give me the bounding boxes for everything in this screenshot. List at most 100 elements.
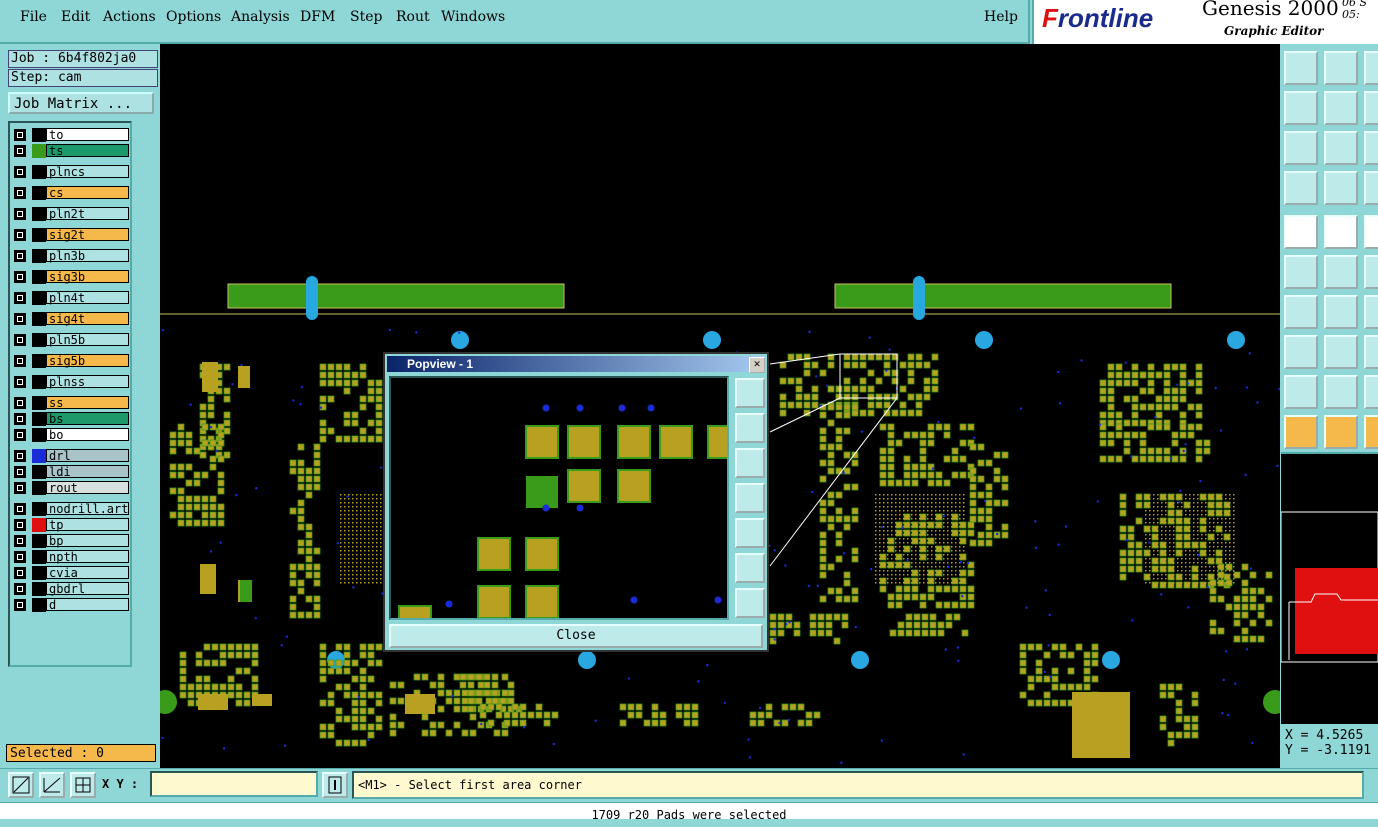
- grid-toggle-icon[interactable]: [1324, 171, 1358, 205]
- zoom-in-icon[interactable]: [735, 553, 765, 583]
- point-icon[interactable]: [1284, 335, 1318, 369]
- angle-icon[interactable]: [1284, 295, 1318, 329]
- cut-icon[interactable]: [1364, 375, 1378, 409]
- polygon-icon[interactable]: [1324, 375, 1358, 409]
- snap-pad-icon[interactable]: [1284, 215, 1318, 249]
- layer-row-cs[interactable]: cs: [14, 186, 132, 200]
- layer-name[interactable]: cvia: [46, 566, 129, 580]
- layer-row-bs[interactable]: bs: [14, 412, 132, 426]
- layer-checkbox[interactable]: [14, 413, 26, 425]
- menu-windows[interactable]: Windows: [441, 9, 505, 25]
- menu-analysis[interactable]: Analysis: [231, 9, 290, 25]
- layer-checkbox[interactable]: [14, 397, 26, 409]
- layer-row-sig2t[interactable]: sig2t: [14, 228, 132, 242]
- layer-checkbox[interactable]: [14, 599, 26, 611]
- layer-name[interactable]: sig2t: [46, 228, 129, 242]
- layer-checkbox[interactable]: [14, 429, 26, 441]
- layer-row-pln5b[interactable]: pln5b: [14, 333, 132, 347]
- layer-row-ss[interactable]: ss: [14, 396, 132, 410]
- layer-checkbox[interactable]: [14, 129, 26, 141]
- pan-down-icon[interactable]: [735, 448, 765, 478]
- layer-row-d[interactable]: d: [14, 598, 132, 612]
- layer-row-plnss[interactable]: plnss: [14, 375, 132, 389]
- layer-checkbox[interactable]: [14, 229, 26, 241]
- layer-checkbox[interactable]: [14, 334, 26, 346]
- center-icon[interactable]: [1324, 131, 1358, 165]
- zoom-out-icon[interactable]: [735, 588, 765, 618]
- arrow-icon[interactable]: [1364, 295, 1378, 329]
- layer-checkbox[interactable]: [14, 250, 26, 262]
- menu-rout[interactable]: Rout: [396, 9, 430, 25]
- layer-checkbox[interactable]: [14, 482, 26, 494]
- layer-checkbox[interactable]: [14, 145, 26, 157]
- layer-row-bp[interactable]: bp: [14, 534, 132, 548]
- menu-edit[interactable]: Edit: [61, 9, 90, 25]
- snap-icon[interactable]: [8, 772, 34, 798]
- layer-checkbox[interactable]: [14, 166, 26, 178]
- layer-row-rout[interactable]: rout: [14, 481, 132, 495]
- select-icon[interactable]: [1324, 415, 1358, 449]
- undo-icon[interactable]: [1364, 91, 1378, 125]
- layer-row-drl[interactable]: drl: [14, 449, 132, 463]
- grid-icon[interactable]: [70, 772, 96, 798]
- layer-name[interactable]: bo: [46, 428, 129, 442]
- layer-name[interactable]: d: [46, 598, 129, 612]
- layer-checkbox[interactable]: [14, 313, 26, 325]
- layer-name[interactable]: to: [46, 128, 129, 142]
- menu-dfm[interactable]: DFM: [300, 9, 335, 25]
- layer-name[interactable]: pln2t: [46, 207, 129, 221]
- layer-name[interactable]: ss: [46, 396, 129, 410]
- menu-help[interactable]: Help: [984, 9, 1018, 25]
- line-icon[interactable]: [1324, 295, 1358, 329]
- layer-row-gbdrl[interactable]: gbdrl: [14, 582, 132, 596]
- redo-icon[interactable]: [1364, 131, 1378, 165]
- pan-right-icon[interactable]: [735, 518, 765, 548]
- layer-row-pln4t[interactable]: pln4t: [14, 291, 132, 305]
- layer-name[interactable]: gbdrl: [46, 582, 129, 596]
- layer-row-plncs[interactable]: plncs: [14, 165, 132, 179]
- layer-row-to[interactable]: to: [14, 128, 132, 142]
- popview-close-icon[interactable]: ✕: [749, 357, 765, 373]
- layer-row-sig5b[interactable]: sig5b: [14, 354, 132, 368]
- layer-checkbox[interactable]: [14, 450, 26, 462]
- layer-name[interactable]: drl: [46, 449, 129, 463]
- popview-close-button[interactable]: Close: [389, 624, 763, 648]
- layer-checkbox[interactable]: [14, 535, 26, 547]
- layer-row-npth[interactable]: npth: [14, 550, 132, 564]
- menu-actions[interactable]: Actions: [103, 9, 156, 25]
- layer-name[interactable]: rout: [46, 481, 129, 495]
- layer-name[interactable]: nodrill.art: [46, 502, 129, 516]
- layer-row-cvia[interactable]: cvia: [14, 566, 132, 580]
- pointer-icon[interactable]: [1284, 415, 1318, 449]
- menu-file[interactable]: File: [20, 9, 47, 25]
- layer-name[interactable]: bp: [46, 534, 129, 548]
- draw-line-icon[interactable]: [1324, 215, 1358, 249]
- layer-checkbox[interactable]: [14, 355, 26, 367]
- layer-checkbox[interactable]: [14, 466, 26, 478]
- measure-icon[interactable]: [39, 772, 65, 798]
- layer-name[interactable]: pln4t: [46, 291, 129, 305]
- menu-step[interactable]: Step: [350, 9, 382, 25]
- layer-checkbox[interactable]: [14, 583, 26, 595]
- layer-checkbox[interactable]: [14, 551, 26, 563]
- cross-icon[interactable]: [1324, 255, 1358, 289]
- layer-name[interactable]: sig5b: [46, 354, 129, 368]
- layer-name[interactable]: plnss: [46, 375, 129, 389]
- info-icon[interactable]: [322, 772, 348, 798]
- layer-row-ts[interactable]: ts: [14, 144, 132, 158]
- layer-row-pln2t[interactable]: pln2t: [14, 207, 132, 221]
- layer-name[interactable]: tp: [46, 518, 129, 532]
- layer-row-bo[interactable]: bo: [14, 428, 132, 442]
- layer-row-tp[interactable]: tp: [14, 518, 132, 532]
- layer-row-nodrill-art[interactable]: nodrill.art: [14, 502, 132, 516]
- popview-canvas[interactable]: [389, 376, 729, 620]
- overview-map[interactable]: [1280, 452, 1378, 724]
- layer-checkbox[interactable]: [14, 292, 26, 304]
- xy-input[interactable]: [150, 771, 318, 797]
- layer-checkbox[interactable]: [14, 208, 26, 220]
- layer-name[interactable]: ts: [46, 144, 129, 158]
- layer-checkbox[interactable]: [14, 376, 26, 388]
- zoom-window-icon[interactable]: [735, 378, 765, 408]
- layer-row-sig4t[interactable]: sig4t: [14, 312, 132, 326]
- layer-name[interactable]: pln5b: [46, 333, 129, 347]
